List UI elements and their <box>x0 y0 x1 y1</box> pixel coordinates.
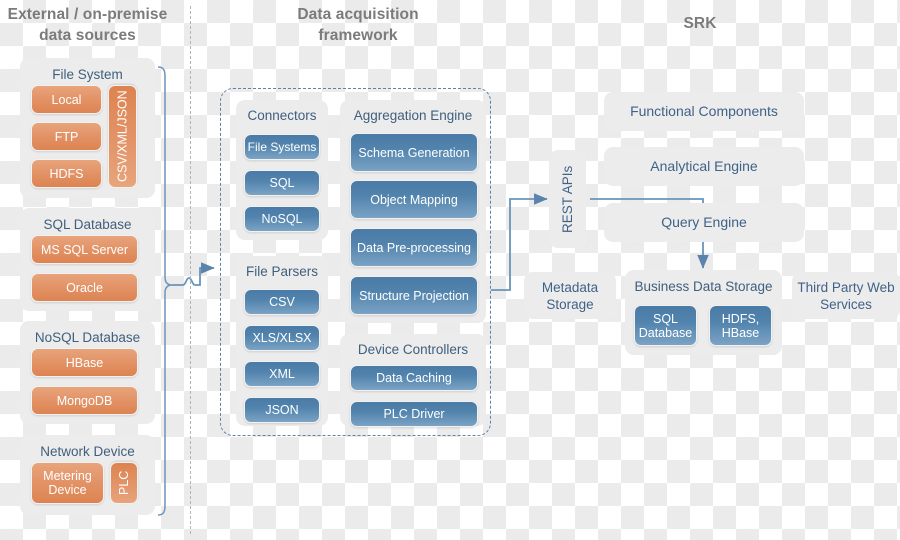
sources-brace <box>157 66 173 516</box>
chip-sql[interactable]: SQL <box>244 170 320 196</box>
group-device-controllers-title: Device Controllers <box>357 342 469 357</box>
chip-local[interactable]: Local <box>31 85 102 114</box>
chip-object-mapping[interactable]: Object Mapping <box>350 180 478 219</box>
chip-schema-generation[interactable]: Schema Generation <box>350 133 478 172</box>
group-network-device-title: Network Device <box>40 444 135 459</box>
header-data-acquisition: Data acquisition framework <box>260 4 456 46</box>
chip-plc[interactable]: PLC <box>110 462 138 504</box>
chip-mongodb[interactable]: MongoDB <box>31 386 138 415</box>
chip-file-systems[interactable]: File Systems <box>244 134 320 160</box>
chip-metering-device[interactable]: Metering Device <box>31 462 104 504</box>
chip-json[interactable]: JSON <box>244 397 320 423</box>
box-analytical-engine[interactable]: Analytical Engine <box>604 147 804 186</box>
sources-to-framework-arrow <box>172 262 215 286</box>
diagram-canvas: External / on-premise data sources Data … <box>0 0 900 540</box>
chip-hbase[interactable]: HBase <box>31 348 138 377</box>
header-left-line1: External / on-premise <box>7 6 168 23</box>
group-file-parsers-title: File Parsers <box>245 264 318 279</box>
chip-hdfs[interactable]: HDFS <box>31 159 102 188</box>
chip-data-caching[interactable]: Data Caching <box>350 365 478 391</box>
chip-structure-projection[interactable]: Structure Projection <box>350 276 478 315</box>
chip-xml[interactable]: XML <box>244 361 320 387</box>
header-left-line2: data sources <box>39 27 136 44</box>
chip-plc-driver[interactable]: PLC Driver <box>350 401 478 427</box>
section-divider <box>190 6 191 534</box>
header-left-sources: External / on-premise data sources <box>0 4 175 46</box>
chip-csv[interactable]: CSV <box>244 289 320 315</box>
chip-data-preprocessing[interactable]: Data Pre-processing <box>350 228 478 267</box>
group-nosql-database-title: NoSQL Database <box>34 330 141 345</box>
group-sql-database-title: SQL Database <box>43 217 132 232</box>
chip-oracle[interactable]: Oracle <box>31 273 138 302</box>
chip-sql-database[interactable]: SQL Database <box>634 305 697 346</box>
group-business-data-storage-title: Business Data Storage <box>634 279 773 294</box>
chip-hdfs-hbase[interactable]: HDFS, HBase <box>709 305 772 346</box>
header-srk: SRK <box>683 15 717 32</box>
box-functional-components[interactable]: Functional Components <box>604 92 804 131</box>
box-metadata-storage[interactable]: Metadata Storage <box>524 272 616 319</box>
header-center-line1: Data acquisition <box>297 6 419 23</box>
group-file-system-title: File System <box>52 67 123 82</box>
chip-ms-sql-server[interactable]: MS SQL Server <box>31 235 138 264</box>
chip-nosql[interactable]: NoSQL <box>244 206 320 232</box>
chip-csv-xml-json[interactable]: CSV/XML/JSON <box>108 85 137 188</box>
box-rest-apis[interactable]: REST APIs <box>549 150 586 248</box>
chip-xls-xlsx[interactable]: XLS/XLSX <box>244 325 320 351</box>
group-connectors-title: Connectors <box>247 108 317 123</box>
chip-ftp[interactable]: FTP <box>31 122 102 151</box>
group-aggregation-engine-title: Aggregation Engine <box>353 108 473 123</box>
header-center-line2: framework <box>318 27 398 44</box>
box-third-party-web-services[interactable]: Third Party Web Services <box>792 272 900 319</box>
box-query-engine[interactable]: Query Engine <box>604 203 804 242</box>
